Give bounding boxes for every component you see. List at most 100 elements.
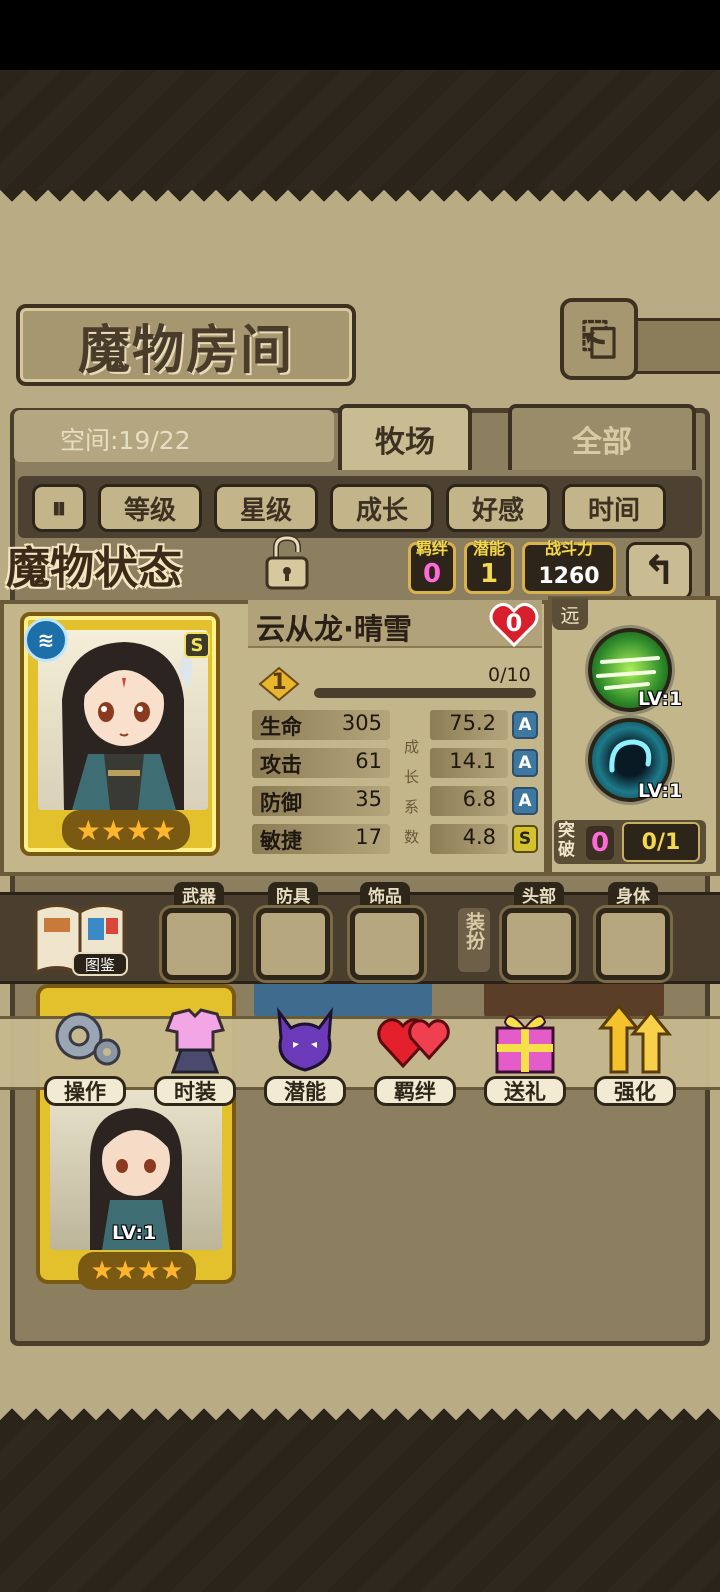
body-slot-label: 身体 — [608, 882, 658, 907]
breakthrough-count: 0 — [586, 826, 614, 860]
filter-level-label: 等级 — [123, 495, 176, 526]
filter-affection-button[interactable]: 好感 — [446, 484, 550, 532]
accessory-slot-label: 饰品 — [360, 882, 410, 907]
card-stars: ★★★★ — [78, 1252, 196, 1290]
close-status-button[interactable]: ↰ — [626, 542, 692, 600]
return-arrow-icon: ⎗ — [581, 313, 617, 365]
filter-affection-label: 好感 — [471, 495, 524, 526]
head-slot[interactable] — [502, 908, 576, 980]
back-button[interactable]: ⎗ — [560, 298, 638, 380]
attribute-value: 305 — [341, 711, 382, 735]
attribute-row-defense: 防御 35 6.8 A — [252, 786, 538, 818]
enhance-label: 强化 — [594, 1076, 676, 1106]
hearts-icon — [377, 1018, 450, 1069]
attribute-name: 生命 — [260, 715, 302, 739]
title-back-rail — [636, 318, 720, 374]
growth-value: 75.2 — [449, 711, 496, 735]
panel-edge-top — [0, 190, 720, 214]
bond-stat-value: 0 — [422, 559, 442, 589]
level-badge: 1 — [258, 666, 300, 702]
bond-label: 羁绊 — [374, 1076, 456, 1106]
operate-label: 操作 — [44, 1076, 126, 1106]
dress-up-text: 装扮 — [463, 912, 485, 950]
exp-text: 0/10 — [488, 664, 531, 686]
dress-up-label: 装扮 — [458, 908, 490, 972]
gift-icon — [495, 1015, 555, 1074]
sort-order-button[interactable]: ⏸ — [32, 484, 86, 532]
enhance-button[interactable]: 强化 — [590, 1004, 680, 1106]
attribute-name: 攻击 — [260, 753, 302, 777]
panel-edge-bottom — [0, 1396, 720, 1420]
status-section-title: 魔物状态 — [6, 543, 182, 594]
outfit-label: 时装 — [154, 1076, 236, 1106]
gear-icon — [55, 1012, 121, 1066]
potential-label: 潜能 — [264, 1076, 346, 1106]
attribute-row-attack: 攻击 61 14.1 A — [252, 748, 538, 780]
tab-all[interactable]: 全部 — [508, 404, 696, 470]
unlock-icon[interactable] — [262, 534, 312, 590]
head-slot-label: 头部 — [514, 882, 564, 907]
affection-heart[interactable]: 0 — [488, 601, 540, 649]
weapon-slot[interactable] — [162, 908, 236, 980]
attribute-row-hp: 生命 305 75.2 A — [252, 710, 538, 742]
growth-value: 4.8 — [462, 825, 496, 849]
water-element-icon: ≋ — [24, 618, 68, 662]
growth-value: 6.8 — [462, 787, 496, 811]
filter-star-label: 星级 — [239, 495, 292, 526]
rank-badge: S — [184, 632, 210, 658]
background-top — [0, 70, 720, 190]
accessory-slot[interactable] — [350, 908, 424, 980]
background-bottom — [0, 1420, 720, 1592]
sort-toggle-icon: ⏸ — [51, 490, 67, 526]
armor-slot-label: 防具 — [268, 882, 318, 907]
filter-time-label: 时间 — [587, 495, 640, 526]
tab-ranch-label: 牧场 — [375, 425, 435, 460]
attribute-row-agility: 敏捷 17 4.8 S — [252, 824, 538, 856]
star-icon: ★★★★ — [90, 1256, 184, 1286]
affection-value: 0 — [505, 609, 523, 637]
demon-icon — [277, 1006, 333, 1072]
filter-time-button[interactable]: 时间 — [562, 484, 666, 532]
potential-stat-label: 潜能 — [472, 539, 505, 558]
attribute-value: 17 — [355, 825, 382, 849]
return-arrow-icon: ↰ — [642, 548, 676, 594]
breakthrough-progress: 0/1 — [622, 822, 700, 862]
power-stat-value: 1260 — [538, 564, 600, 589]
power-stat-label: 战斗力 — [544, 539, 593, 558]
status-bar — [0, 0, 720, 70]
gift-button[interactable]: 送礼 — [480, 1004, 570, 1106]
breakthrough-label: 突破 — [558, 821, 575, 860]
tab-ranch[interactable]: 牧场 — [338, 404, 472, 470]
upgrade-arrows-icon — [597, 1004, 673, 1074]
page-title: 魔物房间 — [77, 319, 294, 381]
attribute-name: 防御 — [260, 791, 302, 815]
attribute-name: 敏捷 — [260, 829, 302, 853]
growth-label-char: 长 — [404, 768, 420, 786]
growth-label-char: 数 — [404, 828, 420, 846]
exp-bar — [314, 688, 536, 698]
attribute-value: 35 — [355, 787, 382, 811]
bond-button[interactable]: 羁绊 — [370, 1004, 460, 1106]
skill-level: LV:1 — [638, 780, 683, 802]
attribute-value: 61 — [355, 749, 382, 773]
body-slot[interactable] — [596, 908, 670, 980]
outfit-button[interactable]: 时装 — [150, 1004, 240, 1106]
growth-grade: S — [512, 825, 538, 853]
filter-growth-button[interactable]: 成长 — [330, 484, 434, 532]
codex-label: 图鉴 — [72, 952, 128, 976]
growth-value: 14.1 — [449, 749, 496, 773]
potential-stat: 潜能 1 — [464, 539, 514, 594]
growth-label-char: 系 — [404, 798, 420, 816]
skill-level: LV:1 — [638, 688, 683, 710]
operate-button[interactable]: 操作 — [40, 1004, 130, 1106]
level-value: 1 — [271, 670, 287, 695]
tab-all-label: 全部 — [572, 425, 632, 460]
filter-star-button[interactable]: 星级 — [214, 484, 318, 532]
filter-level-button[interactable]: 等级 — [98, 484, 202, 532]
potential-button[interactable]: 潜能 — [260, 1004, 350, 1106]
bond-stat-label: 羁绊 — [415, 539, 448, 558]
title-plate: 魔物房间 — [16, 304, 356, 386]
growth-label-char: 成 — [404, 738, 420, 756]
space-counter: 空间:19/22 — [60, 426, 191, 455]
armor-slot[interactable] — [256, 908, 330, 980]
